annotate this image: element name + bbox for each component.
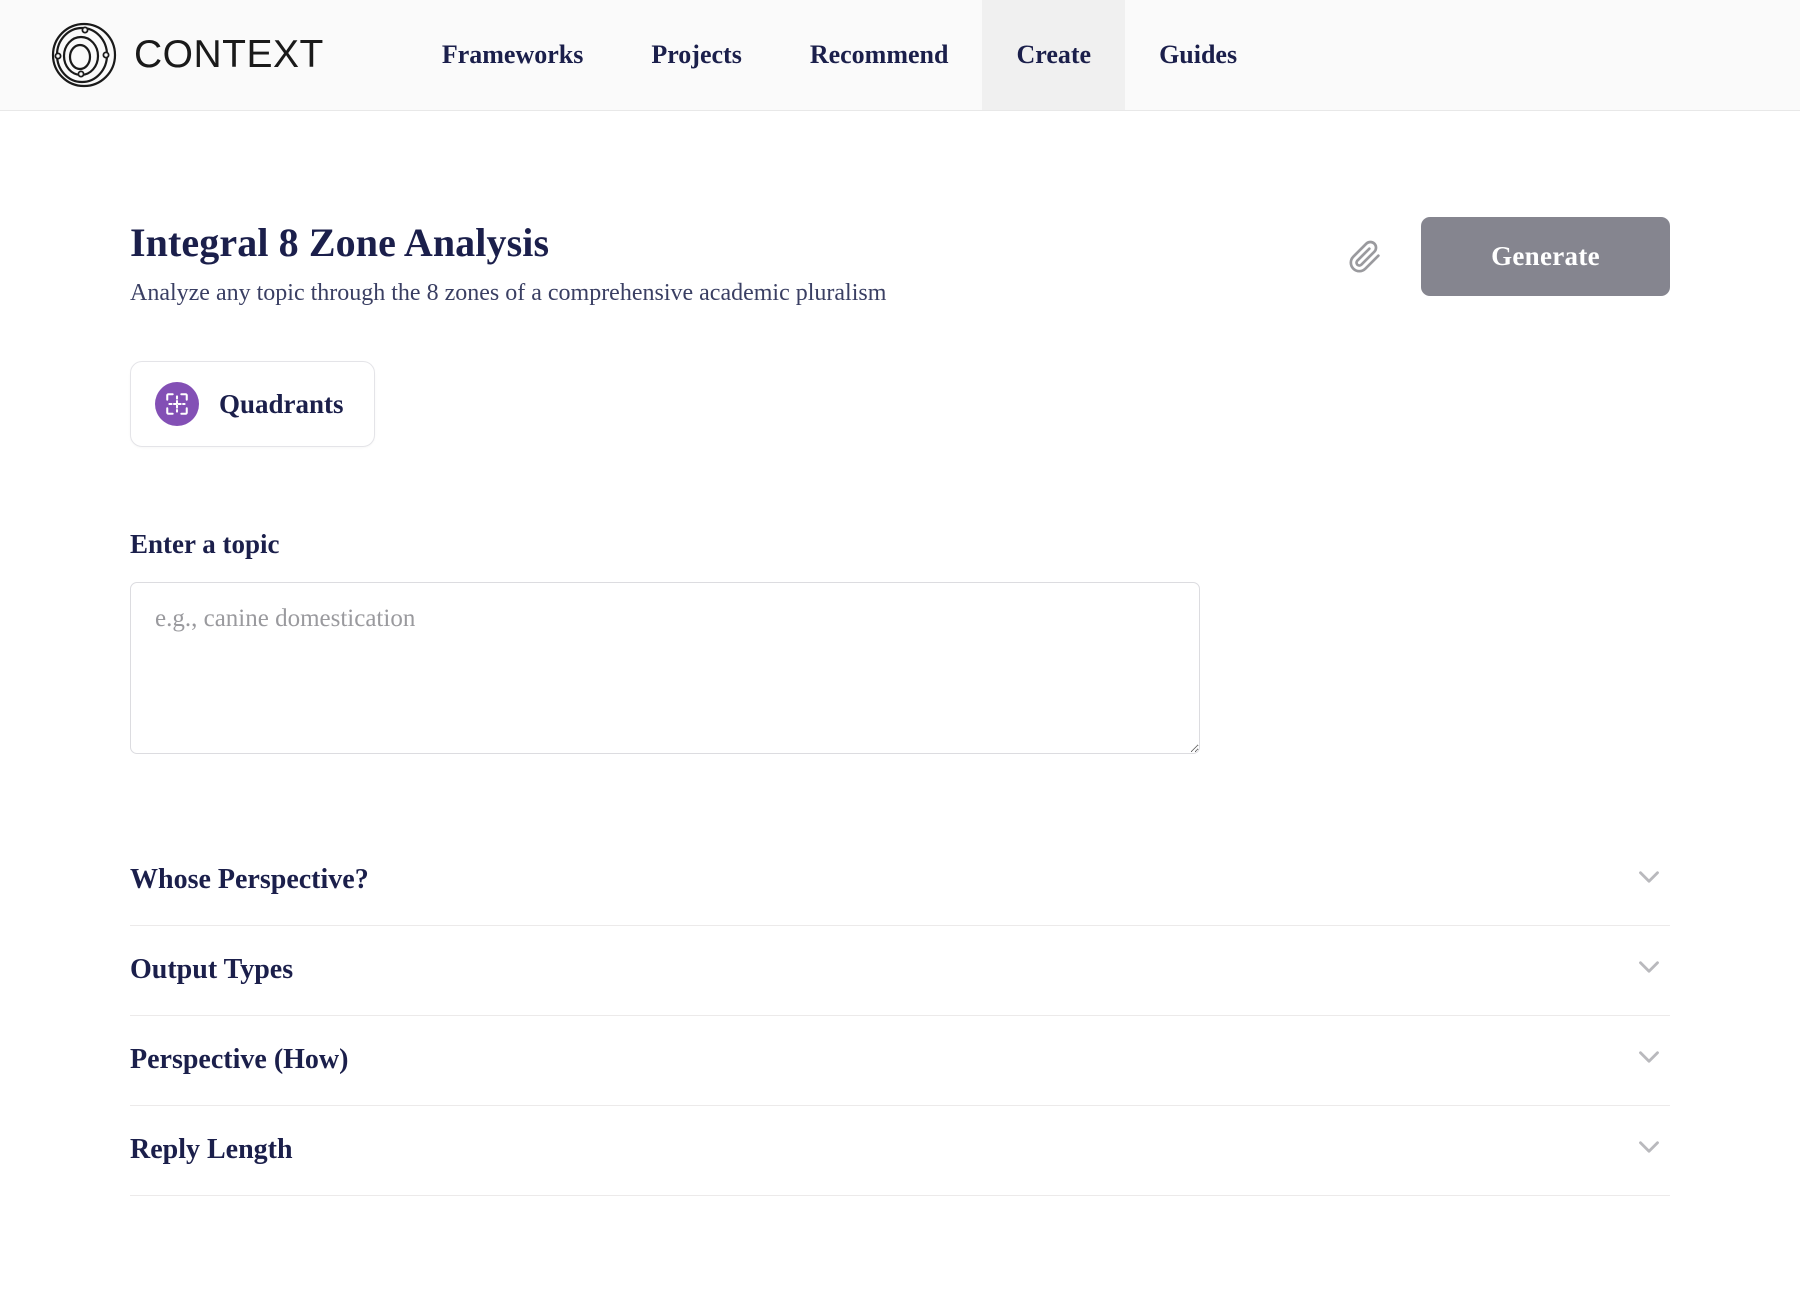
framework-chip-quadrants[interactable]: Quadrants bbox=[130, 361, 375, 447]
page-body: Integral 8 Zone Analysis Analyze any top… bbox=[0, 111, 1800, 1196]
title-block: Integral 8 Zone Analysis Analyze any top… bbox=[130, 215, 886, 307]
accordion-perspective-how[interactable]: Perspective (How) bbox=[130, 1016, 1670, 1106]
options-accordion-list: Whose Perspective? Output Types Perspect… bbox=[130, 836, 1670, 1196]
quadrants-icon bbox=[155, 382, 199, 426]
generate-button[interactable]: Generate bbox=[1421, 217, 1670, 296]
accordion-reply-length[interactable]: Reply Length bbox=[130, 1106, 1670, 1196]
content-container: Integral 8 Zone Analysis Analyze any top… bbox=[130, 111, 1670, 1196]
accordion-title: Whose Perspective? bbox=[130, 863, 369, 895]
nav-item-projects[interactable]: Projects bbox=[617, 0, 775, 110]
accordion-title: Output Types bbox=[130, 953, 294, 985]
nav-item-frameworks[interactable]: Frameworks bbox=[408, 0, 618, 110]
accordion-whose-perspective[interactable]: Whose Perspective? bbox=[130, 836, 1670, 926]
brand-name: CONTEXT bbox=[134, 33, 324, 76]
chevron-down-icon[interactable] bbox=[1632, 1130, 1670, 1169]
page-subtitle: Analyze any topic through the 8 zones of… bbox=[130, 280, 887, 306]
topic-field-label: Enter a topic bbox=[130, 529, 280, 559]
chevron-down-icon[interactable] bbox=[1632, 860, 1670, 899]
topic-input[interactable] bbox=[130, 582, 1200, 754]
accordion-title: Perspective (How) bbox=[130, 1043, 349, 1075]
header-actions: Generate bbox=[1345, 215, 1670, 296]
main-nav: Frameworks Projects Recommend Create Gui… bbox=[408, 0, 1271, 110]
nav-item-create[interactable]: Create bbox=[982, 0, 1126, 110]
page-title: Integral 8 Zone Analysis bbox=[130, 220, 550, 265]
app-header: CONTEXT Frameworks Projects Recommend Cr… bbox=[0, 0, 1800, 111]
framework-chip-label: Quadrants bbox=[219, 388, 344, 419]
nav-item-recommend[interactable]: Recommend bbox=[776, 0, 983, 110]
orbital-rings-logo-icon bbox=[48, 19, 120, 91]
accordion-title: Reply Length bbox=[130, 1133, 293, 1165]
paperclip-icon[interactable] bbox=[1345, 237, 1385, 277]
chevron-down-icon[interactable] bbox=[1632, 950, 1670, 989]
accordion-output-types[interactable]: Output Types bbox=[130, 926, 1670, 1016]
topic-field: Enter a topic bbox=[130, 529, 1670, 754]
brand[interactable]: CONTEXT bbox=[0, 0, 344, 110]
nav-item-guides[interactable]: Guides bbox=[1125, 0, 1271, 110]
chevron-down-icon[interactable] bbox=[1632, 1040, 1670, 1079]
title-row: Integral 8 Zone Analysis Analyze any top… bbox=[130, 215, 1670, 307]
